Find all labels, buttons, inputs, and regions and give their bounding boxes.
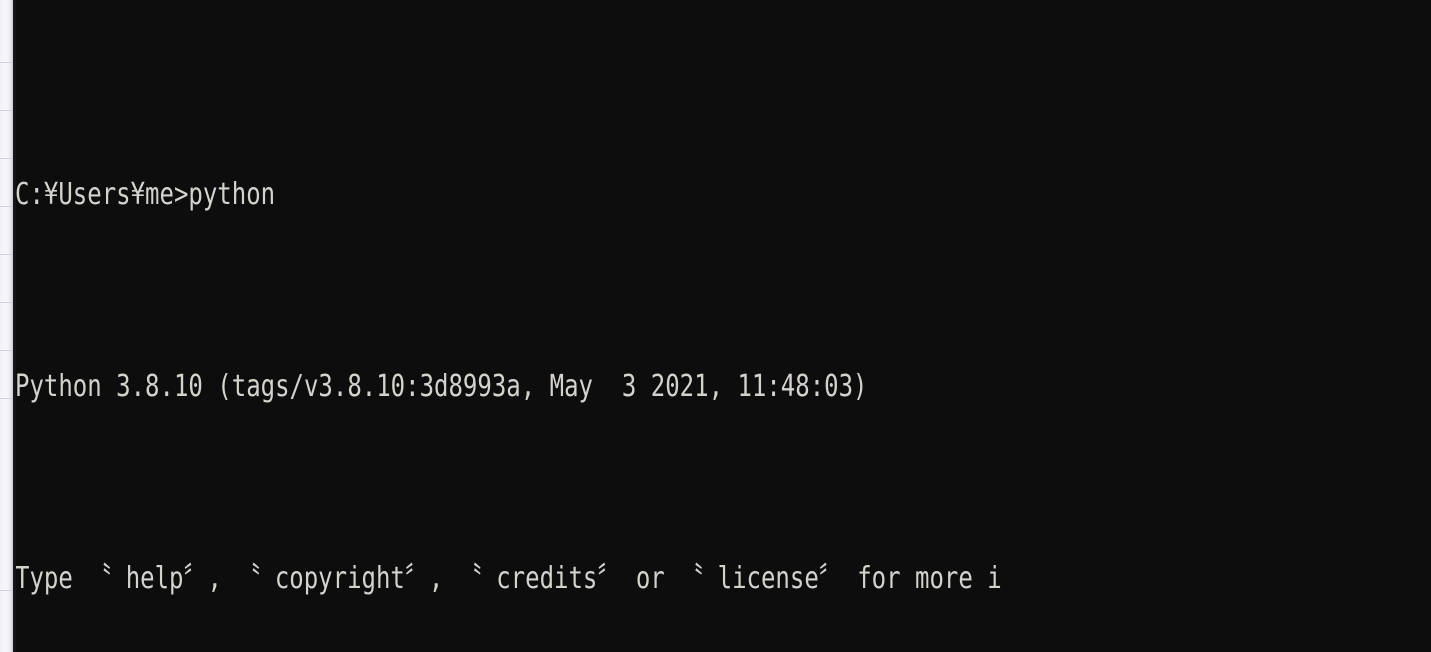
terminal-line-python-version: Python 3.8.10 (tags/v3.8.10:3d8993a, May…: [15, 369, 868, 404]
background-page-strip: [0, 0, 13, 652]
screenshot-root: C:¥Users¥me>python Python 3.8.10 (tags/v…: [0, 0, 1431, 652]
terminal-line-cmd-python: C:¥Users¥me>python: [15, 177, 276, 212]
window-left-border: [13, 0, 16, 652]
terminal-line-python-banner: Type 〝 help〞, 〝 copyright〞, 〝 credits〞 o…: [15, 561, 1002, 596]
terminal-output-area[interactable]: C:¥Users¥me>python Python 3.8.10 (tags/v…: [15, 27, 1431, 652]
command-prompt-window[interactable]: C:¥Users¥me>python Python 3.8.10 (tags/v…: [0, 0, 1431, 652]
